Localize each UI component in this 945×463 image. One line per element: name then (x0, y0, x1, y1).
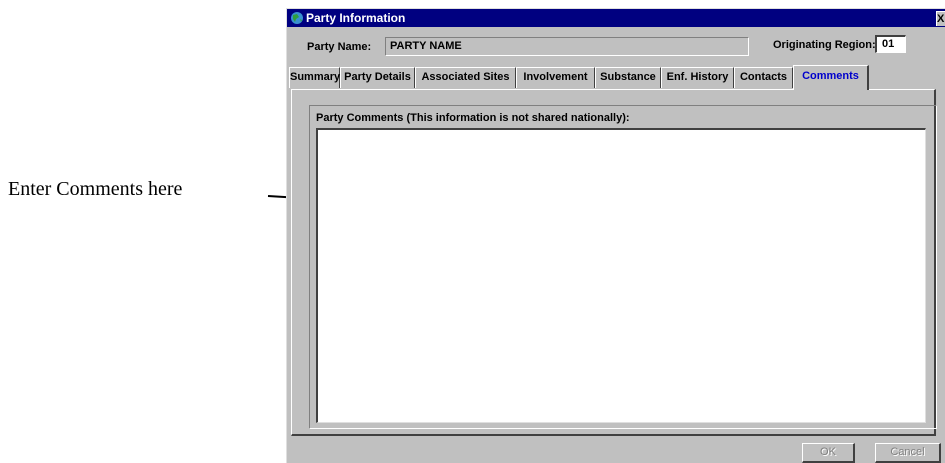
party-name-label: Party Name: (307, 41, 372, 53)
originating-region-label: Originating Region: (773, 39, 876, 51)
tab-party-details[interactable]: Party Details (340, 67, 415, 88)
tab-substance[interactable]: Substance (595, 67, 661, 88)
ok-button[interactable]: OK (802, 443, 855, 463)
tab-summary[interactable]: Summary (289, 67, 340, 88)
window-title: Party Information (306, 11, 406, 25)
tab-associated-sites[interactable]: Associated Sites (415, 67, 516, 88)
comments-textarea[interactable] (316, 128, 926, 423)
title-bar: Party Information X (287, 9, 945, 27)
tab-enf-history[interactable]: Enf. History (661, 67, 734, 88)
party-information-window: Party Information X Party Name: PARTY NA… (286, 8, 945, 463)
tab-contacts[interactable]: Contacts (734, 67, 793, 88)
tab-comments[interactable]: Comments (793, 65, 869, 90)
cancel-button[interactable]: Cancel (875, 443, 941, 463)
close-button[interactable]: X (936, 11, 945, 26)
globe-icon (291, 12, 303, 24)
party-name-field: PARTY NAME (385, 37, 749, 56)
originating-region-field: 01 (875, 35, 906, 53)
tab-involvement[interactable]: Involvement (516, 67, 595, 88)
comments-group-label: Party Comments (This information is not … (316, 112, 630, 124)
